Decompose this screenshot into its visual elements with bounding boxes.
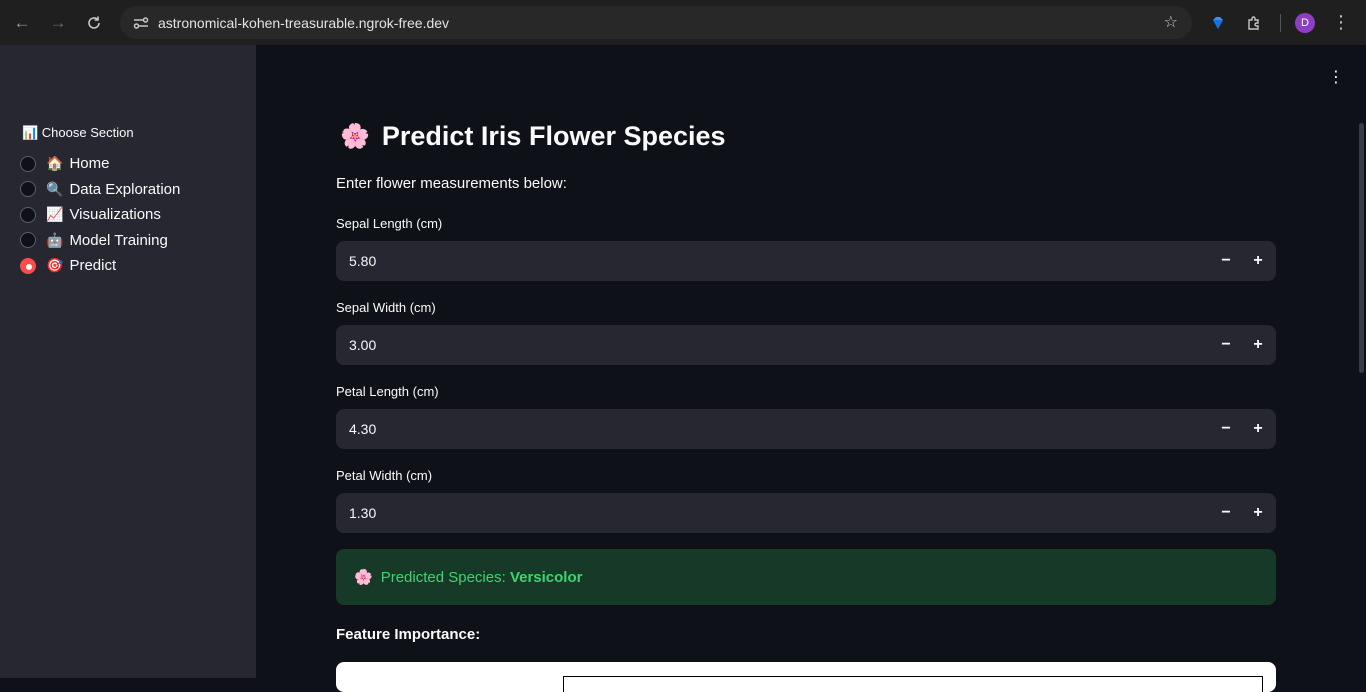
decrement-button[interactable]: −: [1210, 493, 1242, 533]
petal-length-value[interactable]: 4.30: [349, 421, 1210, 437]
predicted-species: Versicolor: [509, 568, 583, 586]
extensions-puzzle-icon[interactable]: [1236, 5, 1272, 41]
petal-length-label: Petal Length (cm): [336, 384, 439, 399]
target-icon: 🎯: [46, 257, 64, 274]
decrement-button[interactable]: −: [1210, 325, 1242, 365]
reload-icon[interactable]: [76, 5, 112, 41]
sepal-length-label: Sepal Length (cm): [336, 216, 443, 231]
house-icon: 🏠: [46, 155, 64, 172]
sepal-length-input[interactable]: 5.80 − +: [336, 241, 1276, 281]
blossom-icon: 🌸: [340, 123, 370, 150]
petal-width-label: Petal Width (cm): [336, 468, 433, 483]
radio-item-label: Home: [69, 155, 110, 173]
page-title-text: Predict Iris Flower Species: [381, 121, 726, 151]
browser-menu-icon[interactable]: ⋮: [1323, 5, 1359, 41]
forward-arrow-icon[interactable]: →: [40, 5, 76, 41]
radio-item-data-exploration[interactable]: 🔍 Data Exploration: [20, 177, 180, 203]
feature-importance-heading: Feature Importance:: [336, 626, 481, 643]
sepal-width-input[interactable]: 3.00 − +: [336, 325, 1276, 365]
toolbar-separator: [1280, 13, 1281, 32]
radio-button-selected[interactable]: [20, 257, 36, 274]
radio-button[interactable]: [20, 206, 36, 223]
section-radio-group: 🏠 Home 🔍 Data Exploration 📈 Visualizatio…: [20, 151, 180, 279]
back-arrow-icon[interactable]: ←: [4, 5, 40, 41]
chart-plot-area: [563, 676, 1263, 692]
sepal-width-label: Sepal Width (cm): [336, 300, 436, 315]
prediction-prefix: Predicted Species:: [380, 568, 506, 586]
bookmark-star-icon[interactable]: ☆: [1164, 12, 1178, 32]
increment-button[interactable]: +: [1242, 493, 1274, 533]
magnifier-icon: 🔍: [46, 180, 64, 197]
scrollbar[interactable]: [1359, 123, 1364, 373]
decrement-button[interactable]: −: [1210, 241, 1242, 281]
increment-button[interactable]: +: [1242, 241, 1274, 281]
radio-item-model-training[interactable]: 🤖 Model Training: [20, 228, 180, 254]
radio-button[interactable]: [20, 155, 36, 172]
prediction-alert: 🌸 Predicted Species: Versicolor: [336, 549, 1276, 605]
petal-width-value[interactable]: 1.30: [349, 505, 1210, 521]
radio-button[interactable]: [20, 232, 36, 249]
radio-button[interactable]: [20, 181, 36, 198]
radio-item-label: Predict: [69, 257, 117, 275]
gem-extension-icon[interactable]: [1200, 5, 1236, 41]
radio-item-visualizations[interactable]: 📈 Visualizations: [20, 202, 180, 228]
petal-width-input[interactable]: 1.30 − +: [336, 493, 1276, 533]
robot-icon: 🤖: [46, 231, 64, 248]
chart-icon: 📈: [46, 206, 64, 223]
app-menu-icon[interactable]: ⋮: [1328, 67, 1344, 87]
radio-item-label: Data Exploration: [69, 180, 181, 198]
page-title: 🌸 Predict Iris Flower Species: [340, 121, 726, 152]
main-content: ⋮ 🌸 Predict Iris Flower Species Enter fl…: [256, 45, 1366, 692]
increment-button[interactable]: +: [1242, 409, 1274, 449]
address-bar[interactable]: astronomical-kohen-treasurable.ngrok-fre…: [120, 6, 1192, 39]
sepal-length-value[interactable]: 5.80: [349, 253, 1210, 269]
choose-section-label: 📊 Choose Section: [22, 125, 134, 140]
blossom-icon: 🌸: [354, 569, 373, 586]
radio-item-label: Model Training: [69, 231, 168, 249]
increment-button[interactable]: +: [1242, 325, 1274, 365]
petal-length-input[interactable]: 4.30 − +: [336, 409, 1276, 449]
profile-avatar[interactable]: D: [1295, 12, 1315, 33]
sepal-width-value[interactable]: 3.00: [349, 337, 1210, 353]
decrement-button[interactable]: −: [1210, 409, 1242, 449]
radio-item-label: Visualizations: [69, 206, 161, 224]
feature-importance-chart: [336, 662, 1276, 692]
radio-item-predict[interactable]: 🎯 Predict: [20, 253, 180, 279]
url-text: astronomical-kohen-treasurable.ngrok-fre…: [158, 14, 450, 31]
instructions-text: Enter flower measurements below:: [336, 175, 567, 192]
site-info-icon[interactable]: [126, 6, 156, 39]
browser-toolbar: ← → astronomical-kohen-treasurable.ngrok…: [0, 0, 1366, 45]
sidebar: 📊 Choose Section 🏠 Home 🔍 Data Explorati…: [0, 45, 256, 678]
radio-item-home[interactable]: 🏠 Home: [20, 151, 180, 177]
